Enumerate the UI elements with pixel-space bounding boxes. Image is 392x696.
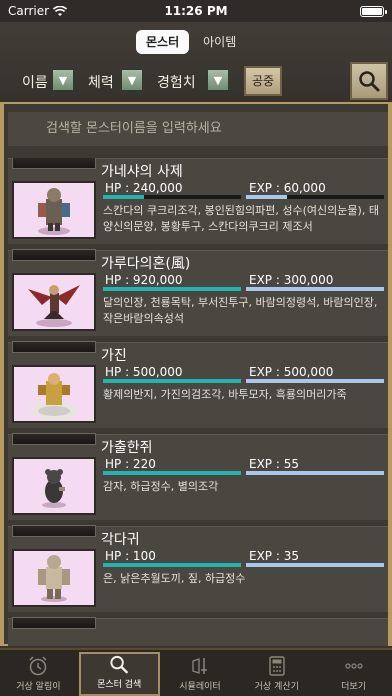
alarm-clock-icon — [29, 656, 47, 676]
card-ribbon — [12, 525, 96, 537]
monster-image — [12, 181, 96, 239]
exp-bar — [246, 379, 384, 383]
hp-bar — [103, 471, 241, 475]
monster-card[interactable]: 각다귀 HP : 100 EXP : 35 은, 낡은추월도끼, 짚, 하급정수 — [8, 525, 388, 612]
monster-hp: HP : 240,000 — [105, 181, 183, 195]
category-segmented-control: 몬스터 아이템 — [136, 30, 246, 54]
monster-image — [12, 457, 96, 515]
monster-exp: EXP : 500,000 — [249, 365, 334, 379]
monster-name: 가출한쥐 — [101, 440, 153, 456]
monster-name: 각다귀 — [101, 532, 140, 548]
hp-bar — [103, 195, 241, 199]
monster-drop-items: 감자, 하급정수, 별의조각 — [103, 480, 219, 493]
monster-hp: HP : 100 — [105, 549, 156, 563]
monster-card[interactable]: 가루다의혼(風) HP : 920,000 EXP : 300,000 달의인장… — [8, 249, 388, 336]
monster-drop-items: 달의인장, 천룡목탁, 부서진투구, 바람의정령석, 바람의인장, 작은바람의속… — [103, 296, 378, 325]
sort-hp-label: 체력 — [88, 75, 114, 91]
monster-hp: HP : 920,000 — [105, 273, 183, 287]
monster-card[interactable]: 가네샤의 사제 HP : 240,000 EXP : 60,000 스칸다의 쿠… — [8, 158, 388, 244]
sort-row: 이름 ▼ 체력 ▼ 경험치 ▼ 공중 — [0, 66, 392, 96]
monster-exp: EXP : 35 — [249, 549, 299, 563]
monster-sprite-icon — [30, 373, 78, 420]
card-ribbon — [12, 249, 96, 261]
card-ribbon — [12, 341, 96, 353]
monster-sprite-icon — [28, 285, 80, 327]
exp-bar — [246, 563, 384, 567]
monster-hp: HP : 220 — [105, 457, 156, 471]
tab-more[interactable]: 더보기 — [315, 650, 392, 696]
down-arrow-icon: ▼ — [127, 73, 137, 87]
more-dots-icon — [344, 663, 363, 669]
monster-card[interactable]: 가출한쥐 HP : 220 EXP : 55 감자, 하급정수, 별의조각 — [8, 433, 388, 520]
monster-exp: EXP : 55 — [249, 457, 299, 471]
tab-label: 더보기 — [341, 682, 366, 692]
tab-monster-search[interactable]: 몬스터 검색 — [78, 652, 160, 696]
monster-card[interactable]: 가진 HP : 500,000 EXP : 500,000 황제의반지, 가진의… — [8, 341, 388, 428]
monster-sprite-icon — [38, 555, 70, 602]
hp-bar — [103, 563, 241, 567]
sort-exp-button[interactable]: ▼ — [207, 69, 229, 91]
card-ribbon — [12, 617, 96, 629]
exp-bar — [246, 287, 384, 291]
monster-name: 가루다의혼(風) — [101, 256, 191, 272]
magnifier-icon — [359, 71, 380, 92]
monster-sprite-icon — [38, 188, 70, 235]
monster-list[interactable]: 가네샤의 사제 HP : 240,000 EXP : 60,000 스칸다의 쿠… — [8, 158, 388, 646]
card-ribbon — [12, 158, 96, 169]
sort-exp-label: 경험치 — [157, 75, 196, 91]
search-button[interactable] — [350, 62, 388, 100]
monster-image — [12, 365, 96, 423]
monster-drop-items: 스칸다의 쿠크리조각, 봉인된힘의파편, 성수(여신의눈물), 태양신의문양, … — [103, 204, 379, 233]
search-icon — [110, 655, 129, 674]
tab-label: 몬스터 검색 — [97, 680, 142, 690]
tab-alarm[interactable]: 거상 알림이 — [0, 650, 77, 696]
segment-monster[interactable]: 몬스터 — [136, 30, 190, 54]
top-area: 몬스터 아이템 이름 ▼ 체력 ▼ 경험치 ▼ 공중 — [0, 22, 392, 102]
hp-bar — [103, 287, 241, 291]
monster-drop-items: 황제의반지, 가진의검조각, 바투모자, 흑룡의머리가죽 — [103, 388, 347, 401]
air-filter-button[interactable]: 공중 — [244, 66, 282, 96]
battery-icon — [360, 6, 387, 17]
hp-bar — [103, 379, 241, 383]
monster-image — [12, 549, 96, 607]
tab-label: 거상 계산기 — [254, 682, 299, 692]
tab-label: 시뮬레이터 — [179, 682, 221, 692]
sort-hp-button[interactable]: ▼ — [121, 69, 143, 91]
tab-label: 거상 알림이 — [16, 682, 61, 692]
bottom-tab-bar: 거상 알림이 몬스터 검색 시뮬레이터 거상 계산기 더보기 — [0, 648, 392, 696]
tab-simulator[interactable]: 시뮬레이터 — [162, 650, 239, 696]
status-time: 11:26 PM — [164, 4, 228, 18]
monster-card[interactable] — [8, 617, 388, 646]
monster-hp: HP : 500,000 — [105, 365, 183, 379]
down-arrow-icon: ▼ — [213, 73, 223, 87]
monster-sprite-icon — [42, 469, 66, 508]
search-input[interactable]: 검색할 몬스터이름을 입력하세요 — [8, 112, 388, 146]
monster-exp: EXP : 60,000 — [249, 181, 326, 195]
monster-image — [12, 273, 96, 331]
sort-name-button[interactable]: ▼ — [52, 69, 74, 91]
down-arrow-icon: ▼ — [58, 73, 68, 87]
monster-list-panel: 검색할 몬스터이름을 입력하세요 가네샤의 사제 HP : 240,000 EX… — [0, 102, 392, 646]
sort-name-label: 이름 — [22, 75, 48, 91]
card-ribbon — [12, 433, 96, 445]
calculator-icon — [269, 656, 285, 676]
armor-sword-icon — [192, 658, 207, 674]
exp-bar — [246, 195, 384, 199]
segment-item[interactable]: 아이템 — [193, 30, 246, 54]
tab-calculator[interactable]: 거상 계산기 — [238, 650, 315, 696]
status-bar: Carrier 11:26 PM — [0, 0, 392, 22]
exp-bar — [246, 471, 384, 475]
monster-name: 가진 — [101, 348, 127, 364]
monster-exp: EXP : 300,000 — [249, 273, 334, 287]
monster-drop-items: 은, 낡은추월도끼, 짚, 하급정수 — [103, 572, 246, 585]
monster-name: 가네샤의 사제 — [101, 164, 183, 180]
